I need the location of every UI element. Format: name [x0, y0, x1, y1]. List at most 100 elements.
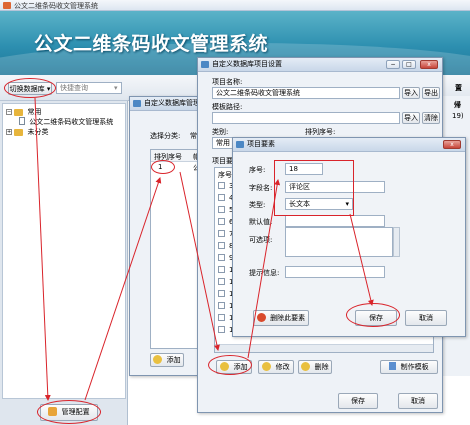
add-icon	[153, 355, 163, 364]
database-list[interactable]: 排列序号 帽 1 公	[150, 149, 204, 349]
app-icon	[3, 2, 11, 9]
category-label: 类别:	[212, 128, 229, 136]
window-icon	[236, 141, 244, 148]
edge-text: 19)	[452, 112, 464, 120]
options-textarea[interactable]	[285, 227, 393, 257]
expand-icon[interactable]: +	[6, 129, 12, 135]
delete-item-button[interactable]: 删除	[298, 360, 332, 374]
seq-label: 序号:	[249, 166, 266, 174]
row-checkbox[interactable]	[218, 242, 225, 249]
highlight-oval	[151, 160, 175, 174]
row-checkbox[interactable]	[218, 278, 225, 285]
row-checkbox[interactable]	[218, 182, 225, 189]
project-name-input[interactable]: 公文二维条码收文管理系统	[212, 87, 400, 99]
modify-item-button[interactable]: 修改	[258, 360, 294, 374]
category-tree: − 常用 公文二维条码收文管理系统 + 未分类	[2, 103, 126, 399]
options-label: 可选项:	[249, 236, 273, 244]
template-icon	[389, 362, 397, 370]
hint-input[interactable]	[285, 266, 385, 278]
custom-database-window: 自定义数据库管理 选择分类: 常 排列序号 帽 1 公 添加	[129, 96, 205, 376]
sort-seq-label: 排列序号:	[305, 128, 336, 136]
modify-item-label: 修改	[275, 363, 290, 371]
window-title: 自定义数据库项目设置	[212, 60, 282, 68]
folder-icon	[14, 109, 24, 116]
row-checkbox[interactable]	[218, 254, 225, 261]
field-name-label: 字段名:	[249, 184, 273, 192]
item-element-title-bar: 项目要素 x	[233, 138, 465, 152]
delete-item-label: 删除	[314, 363, 329, 371]
delete-icon	[256, 313, 266, 322]
tree-item-uncategorized[interactable]: + 未分类	[6, 127, 48, 137]
import-template-button[interactable]: 导入	[402, 112, 420, 124]
type-label: 类型:	[249, 201, 266, 209]
window-icon	[201, 61, 209, 68]
cancel-project-button[interactable]: 取消	[398, 393, 438, 409]
highlight-oval	[37, 400, 101, 424]
default-value-label: 默认值:	[249, 218, 273, 226]
import-button[interactable]: 导入	[402, 87, 420, 99]
row-checkbox[interactable]	[218, 290, 225, 297]
highlight-oval	[346, 303, 400, 327]
tree-item-common[interactable]: − 常用	[6, 107, 41, 117]
tree-item-label: 未分类	[27, 128, 49, 136]
custom-database-title-bar: 自定义数据库管理	[130, 97, 204, 111]
clear-button[interactable]: 清除	[422, 112, 440, 124]
row-checkbox[interactable]	[218, 326, 225, 333]
toolbar-right-text: 置	[455, 84, 462, 92]
close-button[interactable]: x	[420, 60, 438, 69]
left-panel: − 常用 公文二维条码收文管理系统 + 未分类 管理配置	[0, 101, 128, 425]
project-name-value: 公文二维条码收文管理系统	[216, 89, 300, 97]
tree-item-label: 常用	[27, 108, 42, 116]
maximize-button[interactable]: □	[402, 60, 416, 69]
edge-text: 帰	[454, 101, 461, 109]
collapse-icon[interactable]: −	[6, 109, 12, 115]
highlight-oval	[208, 355, 252, 375]
tree-item-system[interactable]: 公文二维条码收文管理系统	[19, 117, 113, 127]
project-name-label: 项目名称:	[212, 78, 243, 86]
make-template-label: 制作模板	[400, 363, 429, 371]
window-title: 自定义数据库管理	[144, 99, 200, 107]
banner-title: 公文二维条码收文管理系统	[34, 33, 269, 55]
edit-icon	[262, 362, 272, 371]
row-checkbox[interactable]	[218, 266, 225, 273]
export-button[interactable]: 导出	[422, 87, 440, 99]
main-title-bar: 公文二维条码收文管理系统	[0, 0, 470, 11]
highlight-box	[274, 160, 354, 216]
template-path-label: 模板路径:	[212, 103, 243, 111]
quick-query-input[interactable]	[56, 82, 122, 94]
select-category-label: 选择分类:	[150, 132, 181, 140]
hint-label: 提示信息:	[249, 269, 280, 277]
cancel-element-button[interactable]: 取消	[405, 310, 447, 326]
row-checkbox[interactable]	[218, 230, 225, 237]
horizontal-scrollbar[interactable]	[215, 344, 433, 352]
minimize-button[interactable]: −	[386, 60, 400, 69]
template-path-input[interactable]	[212, 112, 400, 124]
save-project-button[interactable]: 保存	[338, 393, 378, 409]
delete-element-button[interactable]: 删除此要素	[253, 310, 309, 326]
delete-element-label: 删除此要素	[270, 314, 306, 322]
row-checkbox[interactable]	[218, 194, 225, 201]
row-checkbox[interactable]	[218, 206, 225, 213]
add-database-button[interactable]: 添加	[150, 353, 184, 367]
project-setup-title-bar: 自定义数据库项目设置 − □ x	[198, 58, 442, 72]
delete-icon	[301, 362, 311, 371]
close-button[interactable]: x	[443, 140, 461, 149]
tree-item-label: 公文二维条码收文管理系统	[29, 118, 114, 126]
window-icon	[133, 100, 141, 107]
row-checkbox[interactable]	[218, 218, 225, 225]
default-value-input[interactable]	[285, 215, 385, 227]
row-checkbox[interactable]	[218, 314, 225, 321]
make-template-button[interactable]: 制作模板	[380, 360, 438, 374]
items-label: 项目要	[212, 157, 233, 165]
column-header-seq[interactable]: 序号	[218, 170, 232, 180]
document-icon	[19, 117, 25, 125]
add-label: 添加	[166, 356, 181, 364]
folder-icon	[14, 129, 24, 136]
dialog-title: 项目要素	[247, 140, 275, 148]
chevron-down-icon: ▾	[114, 84, 118, 92]
options-scrollbar[interactable]	[393, 227, 400, 257]
category-value: 常用	[216, 139, 230, 147]
highlight-oval	[4, 78, 56, 98]
row-checkbox[interactable]	[218, 302, 225, 309]
select-category-value[interactable]: 常	[190, 131, 197, 141]
